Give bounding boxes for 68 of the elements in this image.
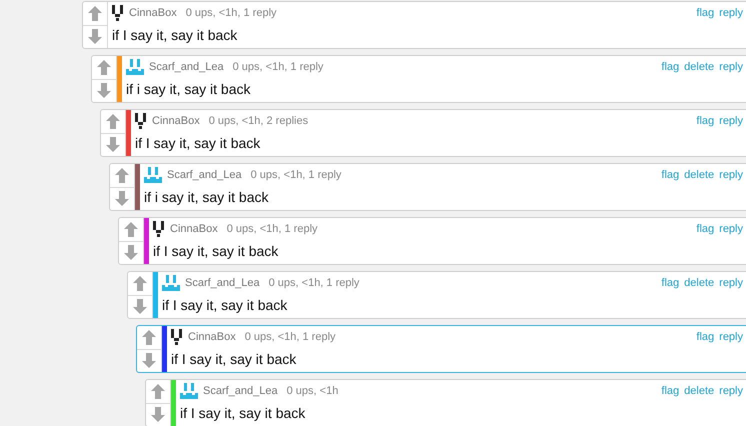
- comment-text: if I say it, say it back: [162, 297, 288, 313]
- comment-meta: 0 ups, <1h, 1 reply: [186, 7, 277, 19]
- comment-meta: 0 ups, <1h, 2 replies: [208, 115, 308, 127]
- down-arrow-icon: [151, 407, 165, 422]
- comment-text: if I say it, say it back: [180, 405, 306, 421]
- comment-meta: 0 ups, <1h, 1 reply: [232, 61, 324, 73]
- avatar-icon: [144, 167, 162, 183]
- comment-text: if i say it, say it back: [144, 189, 270, 205]
- up-arrow-icon: [142, 330, 156, 345]
- down-arrow-icon: [106, 137, 120, 152]
- avatar-icon: [135, 113, 147, 129]
- up-arrow-icon: [124, 222, 138, 237]
- action-link[interactable]: reply: [719, 61, 743, 73]
- action-link[interactable]: reply: [719, 169, 743, 181]
- action-link[interactable]: delete: [684, 169, 714, 181]
- down-arrow-icon: [97, 83, 111, 98]
- comment-meta: 0 ups, <1h, 1 reply: [268, 277, 360, 289]
- avatar-icon: [162, 275, 180, 291]
- username: CinnaBox: [170, 223, 218, 235]
- action-link[interactable]: flag: [696, 331, 714, 343]
- action-link[interactable]: reply: [719, 277, 743, 289]
- comment-meta: 0 ups, <1h: [286, 385, 338, 397]
- up-arrow-icon: [133, 276, 147, 291]
- username: CinnaBox: [188, 331, 236, 343]
- up-arrow-icon: [97, 60, 111, 75]
- avatar-icon: [126, 59, 144, 75]
- comment-meta: 0 ups, <1h, 1 reply: [244, 331, 336, 343]
- avatar-icon: [171, 329, 183, 345]
- username: Scarf_and_Lea: [185, 277, 260, 289]
- action-link[interactable]: reply: [719, 331, 743, 343]
- up-arrow-icon: [106, 114, 120, 129]
- comment-text: if I say it, say it back: [171, 351, 298, 367]
- action-link[interactable]: delete: [684, 277, 714, 289]
- action-link[interactable]: delete: [684, 385, 714, 397]
- comment-text: if I say it, say it back: [153, 243, 280, 259]
- action-link[interactable]: flag: [661, 169, 680, 181]
- down-arrow-icon: [88, 29, 102, 44]
- username: CinnaBox: [129, 7, 177, 19]
- down-arrow-icon: [142, 353, 156, 368]
- action-link[interactable]: flag: [661, 277, 680, 289]
- action-link[interactable]: flag: [661, 385, 680, 397]
- action-link[interactable]: reply: [719, 115, 743, 127]
- action-link[interactable]: reply: [719, 385, 743, 397]
- avatar-icon: [112, 5, 124, 21]
- username: Scarf_and_Lea: [167, 169, 242, 181]
- comment-meta: 0 ups, <1h, 1 reply: [226, 223, 318, 235]
- username: Scarf_and_Lea: [149, 61, 224, 73]
- action-link[interactable]: flag: [696, 7, 714, 19]
- action-link[interactable]: delete: [684, 61, 714, 73]
- down-arrow-icon: [133, 299, 147, 314]
- username: Scarf_and_Lea: [203, 385, 278, 397]
- up-arrow-icon: [115, 168, 129, 183]
- username: CinnaBox: [152, 115, 200, 127]
- comment-text: if I say it, say it back: [112, 27, 238, 43]
- comment-meta: 0 ups, <1h, 1 reply: [250, 169, 342, 181]
- action-link[interactable]: reply: [719, 7, 743, 19]
- action-link[interactable]: flag: [696, 223, 714, 235]
- avatar-icon: [180, 383, 198, 399]
- action-link[interactable]: flag: [661, 61, 680, 73]
- avatar-icon: [153, 221, 165, 237]
- comment-text: if i say it, say it back: [126, 81, 252, 97]
- up-arrow-icon: [88, 6, 102, 21]
- comment-text: if I say it, say it back: [135, 135, 262, 151]
- up-arrow-icon: [151, 384, 165, 399]
- action-link[interactable]: flag: [696, 115, 714, 127]
- down-arrow-icon: [124, 245, 138, 260]
- action-link[interactable]: reply: [719, 223, 743, 235]
- down-arrow-icon: [115, 191, 129, 206]
